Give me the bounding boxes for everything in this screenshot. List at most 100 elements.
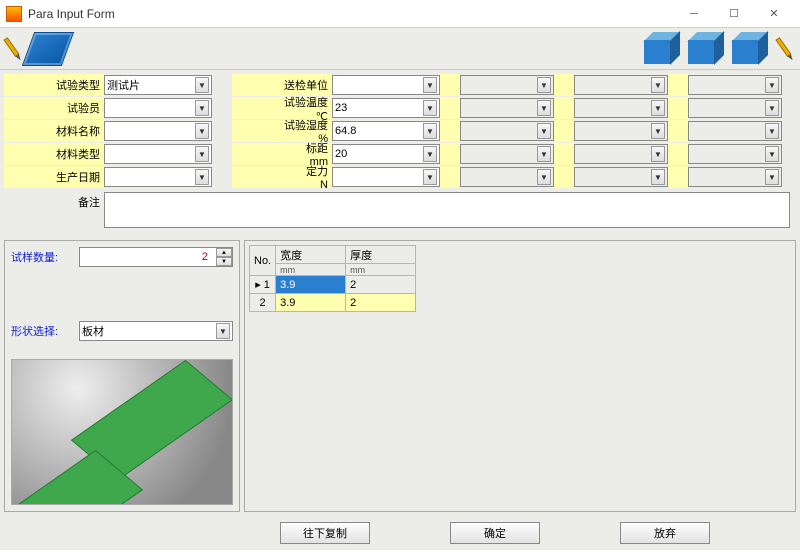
document-icon[interactable] [22,32,74,66]
chevron-down-icon: ▼ [765,77,779,93]
cancel-button[interactable]: 放弃 [620,522,710,544]
chevron-down-icon: ▼ [216,323,230,339]
combo-test-humid[interactable]: 64.8▼ [332,121,440,141]
combo-test-type[interactable]: 测试片▼ [104,75,212,95]
sample-panel: 试样数量: 2 ▲▼ 形状选择: 板材▼ [4,240,240,512]
combo-extra-5a: ▼ [460,167,554,187]
copy-down-button[interactable]: 往下复制 [280,522,370,544]
chevron-down-icon: ▼ [765,123,779,139]
combo-extra-4c: ▼ [688,144,782,164]
chevron-down-icon: ▼ [423,146,437,162]
combo-prod-date[interactable]: ▼ [104,167,212,187]
combo-test-temp[interactable]: 23▼ [332,98,440,118]
table-row: 2 3.9 2 [250,294,416,312]
combo-extra-3a: ▼ [460,121,554,141]
label-tester: 试验员 [4,97,104,119]
combo-extra-3b: ▼ [574,121,668,141]
cell-width[interactable]: 3.9 [276,276,346,294]
chevron-down-icon: ▼ [195,123,209,139]
combo-extra-2a: ▼ [460,98,554,118]
lower-panel: 试样数量: 2 ▲▼ 形状选择: 板材▼ No. 宽度 厚度 mm mm [0,236,800,516]
chevron-down-icon: ▼ [651,169,665,185]
chevron-down-icon: ▼ [651,123,665,139]
chevron-down-icon: ▼ [195,77,209,93]
col-no: No. [250,246,276,276]
chevron-down-icon: ▼ [195,146,209,162]
dimension-table-panel: No. 宽度 厚度 mm mm ▸ 1 3.9 2 2 3.9 2 [244,240,796,512]
combo-material-type[interactable]: ▼ [104,144,212,164]
label-test-type: 试验类型 [4,74,104,96]
maximize-button[interactable]: ☐ [714,3,754,25]
label-material-type: 材料类型 [4,143,104,165]
pencil-left-icon [4,32,24,66]
chevron-down-icon: ▼ [651,77,665,93]
chevron-down-icon: ▼ [423,77,437,93]
close-button[interactable]: ✕ [754,3,794,25]
chevron-down-icon: ▼ [195,169,209,185]
app-icon [6,6,22,22]
spinner-up-icon[interactable]: ▲ [216,248,232,257]
spinner-down-icon[interactable]: ▼ [216,257,232,266]
cell-thick[interactable]: 2 [346,294,416,312]
chevron-down-icon: ▼ [537,100,551,116]
label-shape-select: 形状选择: [11,323,79,339]
dimension-table[interactable]: No. 宽度 厚度 mm mm ▸ 1 3.9 2 2 3.9 2 [249,245,416,312]
combo-extra-3c: ▼ [688,121,782,141]
combo-gauge[interactable]: 20▼ [332,144,440,164]
toolbar [0,28,800,70]
shape-preview [11,359,233,505]
chevron-down-icon: ▼ [651,146,665,162]
combo-extra-1b: ▼ [574,75,668,95]
cube-button-3[interactable] [732,32,768,66]
combo-force[interactable]: ▼ [332,167,440,187]
remark-input[interactable] [104,192,790,228]
chevron-down-icon: ▼ [651,100,665,116]
label-force: 定力N [232,166,332,188]
cube-button-2[interactable] [688,32,724,66]
parameter-form: 试验类型 测试片▼ 送检单位 ▼ ▼ ▼ ▼ 试验员 ▼ 试验温度℃ 23▼ ▼… [0,70,800,236]
sample-count-spinner[interactable]: 2 ▲▼ [79,247,233,267]
chevron-down-icon: ▼ [423,100,437,116]
minimize-button[interactable]: ─ [674,3,714,25]
label-material-name: 材料名称 [4,120,104,142]
label-test-humid: 试验湿度% [232,120,332,142]
combo-extra-5c: ▼ [688,167,782,187]
chevron-down-icon: ▼ [537,123,551,139]
pencil-right-icon [776,32,796,66]
combo-extra-5b: ▼ [574,167,668,187]
chevron-down-icon: ▼ [195,100,209,116]
ok-button[interactable]: 确定 [450,522,540,544]
combo-shape-select[interactable]: 板材▼ [79,321,233,341]
cell-width[interactable]: 3.9 [276,294,346,312]
label-remark: 备注 [4,192,104,228]
col-thick: 厚度 [346,246,416,264]
chevron-down-icon: ▼ [423,123,437,139]
col-width: 宽度 [276,246,346,264]
chevron-down-icon: ▼ [765,100,779,116]
combo-extra-4a: ▼ [460,144,554,164]
cube-button-1[interactable] [644,32,680,66]
cell-thick[interactable]: 2 [346,276,416,294]
combo-extra-2c: ▼ [688,98,782,118]
table-row: ▸ 1 3.9 2 [250,276,416,294]
chevron-down-icon: ▼ [537,146,551,162]
chevron-down-icon: ▼ [765,146,779,162]
button-row: 往下复制 确定 放弃 [0,516,800,550]
titlebar: Para Input Form ─ ☐ ✕ [0,0,800,28]
combo-extra-4b: ▼ [574,144,668,164]
combo-send-unit[interactable]: ▼ [332,75,440,95]
chevron-down-icon: ▼ [423,169,437,185]
combo-extra-1a: ▼ [460,75,554,95]
label-sample-count: 试样数量: [11,249,79,265]
window-title: Para Input Form [28,7,674,21]
chevron-down-icon: ▼ [537,169,551,185]
label-test-temp: 试验温度℃ [232,97,332,119]
combo-material-name[interactable]: ▼ [104,121,212,141]
label-prod-date: 生产日期 [4,166,104,188]
label-gauge: 标距mm [232,143,332,165]
combo-extra-2b: ▼ [574,98,668,118]
combo-tester[interactable]: ▼ [104,98,212,118]
combo-extra-1c: ▼ [688,75,782,95]
chevron-down-icon: ▼ [537,77,551,93]
chevron-down-icon: ▼ [765,169,779,185]
